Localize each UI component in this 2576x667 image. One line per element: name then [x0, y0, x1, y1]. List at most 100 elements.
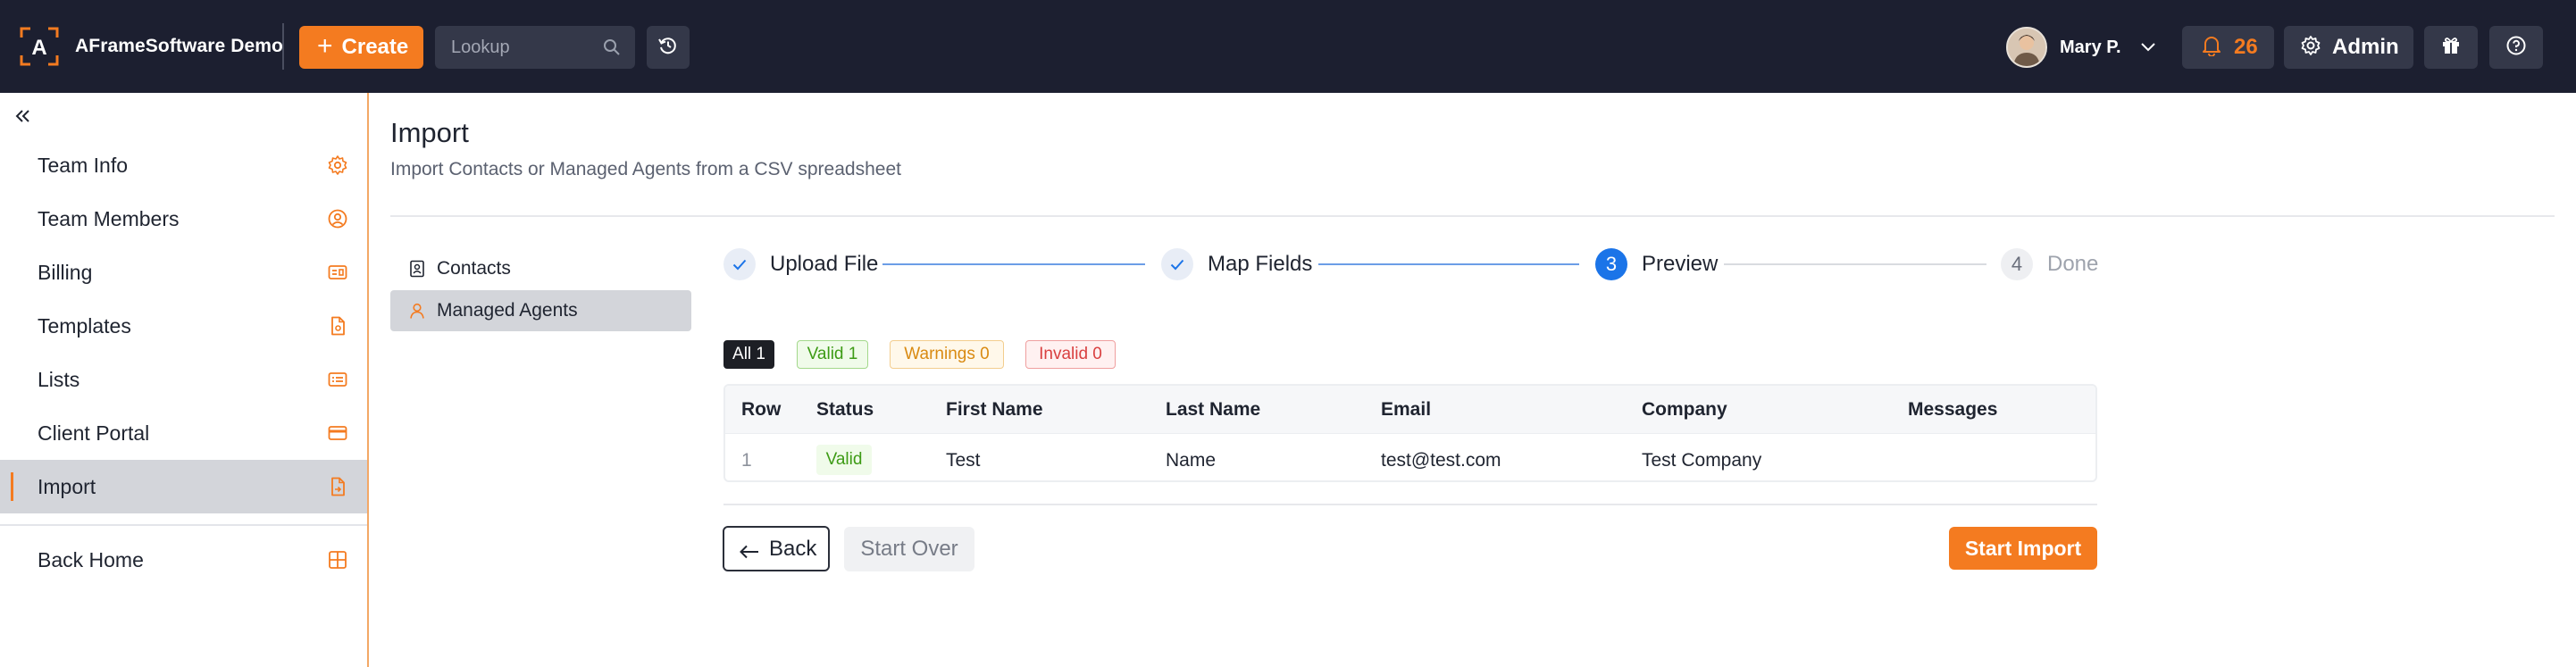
sidebar-item-label: Billing — [38, 260, 93, 284]
sidebar-item-label: Lists — [38, 367, 80, 391]
bell-icon — [2202, 35, 2221, 61]
billing-card-icon — [327, 262, 348, 283]
svg-text:A: A — [31, 36, 46, 60]
gift-icon — [2440, 35, 2462, 61]
cell-first-name: Test — [946, 450, 981, 471]
gift-button[interactable] — [2424, 26, 2478, 69]
grid-icon — [327, 549, 348, 571]
create-button[interactable]: + Create — [299, 26, 423, 69]
column-header: Messages — [1908, 399, 1998, 420]
avatar — [2006, 27, 2047, 68]
list-icon — [327, 369, 348, 390]
sidebar-item-label: Client Portal — [38, 421, 150, 445]
portal-card-icon — [327, 422, 348, 444]
header-divider — [390, 215, 2555, 217]
column-header: First Name — [946, 399, 1043, 420]
sidebar-item-team-info[interactable]: Team Info — [0, 138, 367, 192]
check-icon — [1161, 248, 1193, 280]
page-title: Import — [390, 117, 469, 148]
column-header: Row — [741, 399, 782, 420]
start-over-button[interactable]: Start Over — [844, 527, 974, 571]
agent-user-icon — [408, 302, 426, 320]
step-label: Map Fields — [1208, 252, 1313, 276]
subnav-contacts[interactable]: Contacts — [390, 248, 691, 289]
arrow-left-icon — [739, 541, 760, 558]
brand[interactable]: A AFrameSoftware Demo — [20, 27, 283, 66]
notifications-button[interactable]: 26 — [2182, 26, 2274, 69]
step-upload-file: Upload File — [723, 247, 878, 281]
user-menu[interactable]: Mary P. — [2006, 26, 2157, 69]
sidebar-item-client-portal[interactable]: Client Portal — [0, 406, 367, 460]
subnav-managed-agents[interactable]: Managed Agents — [390, 290, 691, 331]
column-header: Last Name — [1166, 399, 1261, 420]
sidebar-item-label: Team Info — [38, 153, 128, 177]
divider — [282, 23, 284, 70]
sidebar-item-templates[interactable]: Templates — [0, 299, 367, 353]
contact-card-icon — [408, 260, 426, 278]
sidebar: Team Info Team Members Billing Templates… — [0, 93, 369, 667]
lookup-search — [435, 26, 635, 69]
sidebar-item-back-home[interactable]: Back Home — [0, 533, 367, 587]
document-icon — [327, 315, 348, 337]
filter-valid[interactable]: Valid 1 — [797, 340, 868, 369]
column-header: Company — [1642, 399, 1727, 420]
filter-invalid[interactable]: Invalid 0 — [1025, 340, 1116, 369]
step-number: 4 — [2001, 248, 2033, 280]
create-label: Create — [341, 35, 409, 59]
history-icon — [657, 35, 679, 61]
sidebar-item-billing[interactable]: Billing — [0, 246, 367, 299]
table-header: Row Status First Name Last Name Email Co… — [725, 386, 2095, 434]
brand-logo-icon: A — [20, 27, 59, 66]
back-button[interactable]: Back — [723, 526, 830, 571]
step-label: Preview — [1642, 252, 1719, 276]
active-indicator — [11, 472, 13, 501]
column-header: Status — [816, 399, 874, 420]
search-icon[interactable] — [603, 38, 621, 56]
step-map-fields: Map Fields — [1161, 247, 1312, 281]
column-header: Email — [1381, 399, 1432, 420]
check-icon — [723, 248, 756, 280]
sidebar-divider — [0, 524, 367, 526]
sidebar-item-import[interactable]: Import — [0, 460, 367, 513]
step-connector — [1724, 263, 1986, 265]
table-divider — [723, 504, 2097, 505]
cell-company: Test Company — [1642, 450, 1762, 471]
history-button[interactable] — [647, 26, 690, 69]
step-label: Done — [2047, 252, 2099, 276]
subnav-label: Contacts — [437, 258, 511, 279]
gear-icon — [327, 154, 348, 176]
sidebar-item-label: Import — [38, 474, 96, 498]
filter-warnings[interactable]: Warnings 0 — [890, 340, 1004, 369]
top-bar: A AFrameSoftware Demo + Create Lookup Ma… — [0, 0, 2576, 93]
step-done: 4 Done — [2001, 247, 2098, 281]
start-import-button[interactable]: Start Import — [1949, 527, 2097, 570]
cell-last-name: Name — [1166, 450, 1217, 471]
sidebar-item-lists[interactable]: Lists — [0, 353, 367, 406]
step-number: 3 — [1595, 248, 1627, 280]
help-icon — [2505, 35, 2527, 61]
user-name: Mary P. — [2060, 37, 2121, 57]
help-button[interactable] — [2489, 26, 2543, 69]
sidebar-item-label: Templates — [38, 313, 131, 338]
notification-count: 26 — [2234, 35, 2258, 59]
cell-email: test@test.com — [1381, 450, 1501, 471]
subnav-label: Managed Agents — [437, 300, 578, 321]
gear-icon — [2300, 35, 2321, 61]
admin-label: Admin — [2332, 35, 2399, 59]
step-connector — [1318, 263, 1579, 265]
step-connector — [882, 263, 1145, 265]
preview-table: Row Status First Name Last Name Email Co… — [723, 384, 2097, 482]
sidebar-item-label: Back Home — [38, 547, 144, 571]
cell-row: 1 — [741, 450, 752, 471]
user-circle-icon — [327, 208, 348, 229]
lookup-input[interactable] — [435, 26, 596, 69]
import-file-icon — [327, 476, 348, 497]
brand-name: AFrameSoftware Demo — [75, 36, 283, 56]
filter-all[interactable]: All 1 — [723, 340, 774, 369]
sidebar-item-team-members[interactable]: Team Members — [0, 192, 367, 246]
collapse-sidebar-icon[interactable] — [13, 105, 34, 127]
admin-button[interactable]: Admin — [2284, 26, 2413, 69]
back-label: Back — [769, 536, 817, 561]
page-subtitle: Import Contacts or Managed Agents from a… — [390, 159, 901, 179]
status-badge: Valid — [816, 445, 872, 475]
